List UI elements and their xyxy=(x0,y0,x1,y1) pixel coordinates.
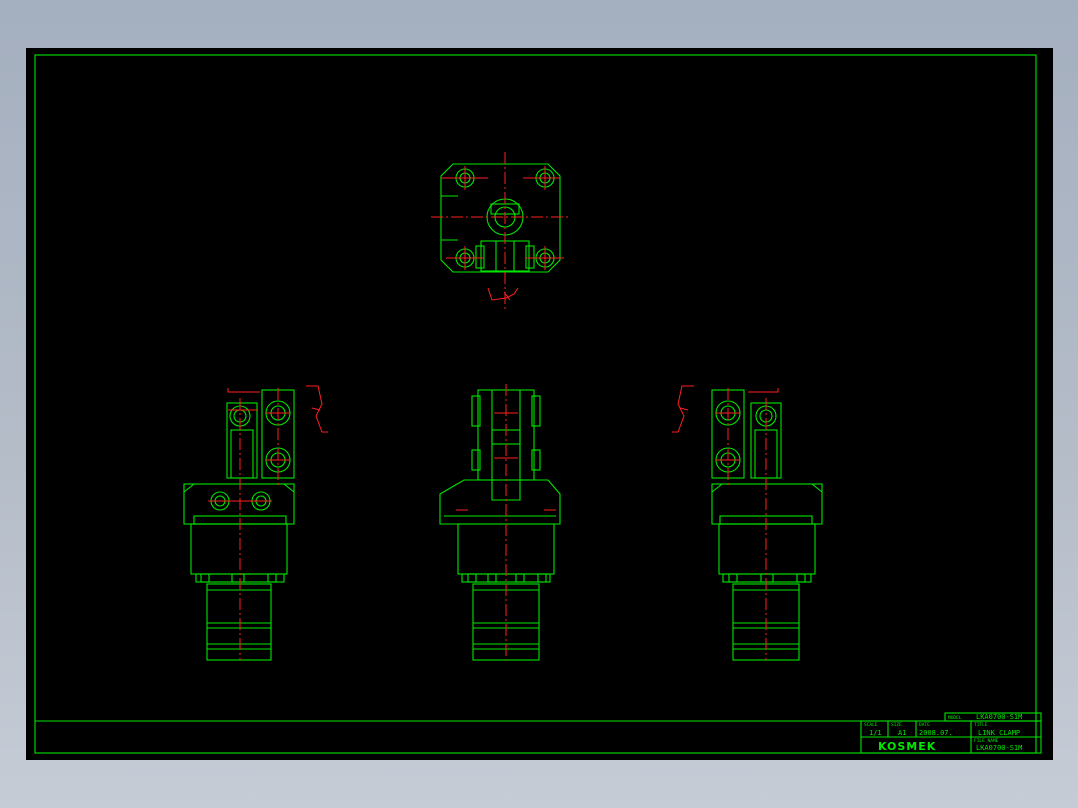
title-value: LINK CLAMP xyxy=(978,729,1020,737)
title-block: MODEL LKA0700-S1M SCALE 1/1 SIZE A1 DATE… xyxy=(860,712,1042,754)
top-view xyxy=(431,152,568,310)
front-view xyxy=(439,384,561,661)
company-logo: KOSMEK xyxy=(878,740,936,753)
size-value: A1 xyxy=(898,729,906,737)
title-label: TITLE xyxy=(974,722,988,728)
date-label: DATE xyxy=(919,722,930,728)
scale-value: 1/1 xyxy=(869,729,882,737)
drawing-border xyxy=(34,54,1037,754)
drawing-canvas[interactable]: MODEL LKA0700-S1M SCALE 1/1 SIZE A1 DATE… xyxy=(26,48,1053,760)
date-value: 2008.07. xyxy=(919,729,953,737)
file-name-value: LKA0700-S1M xyxy=(976,744,1022,752)
left-side-view xyxy=(183,385,328,661)
size-label: SIZE xyxy=(891,722,902,728)
model-label: MODEL xyxy=(948,715,962,721)
scale-label: SCALE xyxy=(864,722,878,728)
right-side-view xyxy=(672,385,823,661)
model-value: LKA0700-S1M xyxy=(976,713,1022,721)
cad-drawing: MODEL LKA0700-S1M SCALE 1/1 SIZE A1 DATE… xyxy=(34,54,1042,754)
